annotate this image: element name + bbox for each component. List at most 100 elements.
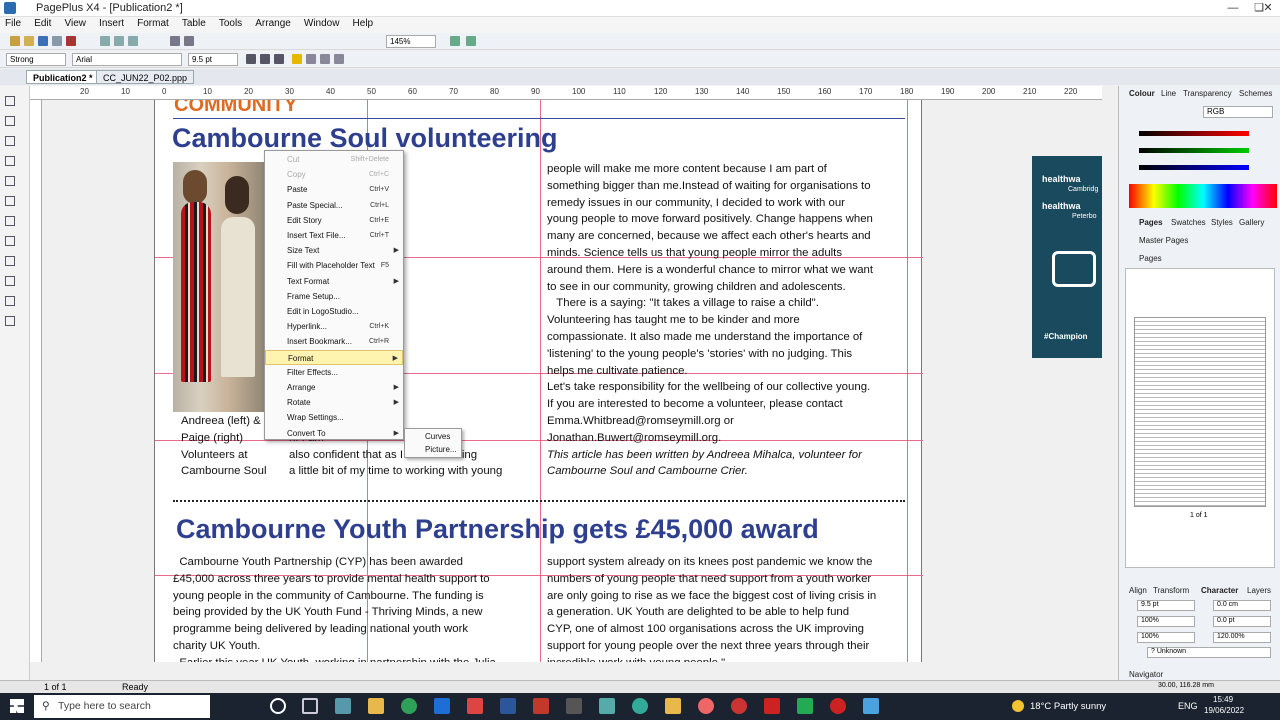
tab-transparency[interactable]: Transparency [1183, 89, 1232, 98]
green-slider[interactable] [1139, 148, 1249, 153]
style-field[interactable]: Strong [6, 53, 66, 66]
menu-item-wrap-settings[interactable]: Wrap Settings... [265, 410, 403, 425]
new-icon[interactable] [10, 36, 20, 46]
line-tool-icon[interactable] [5, 196, 15, 206]
menu-arrange[interactable]: Arrange [250, 17, 296, 30]
align-left-icon[interactable] [292, 54, 302, 64]
italic-icon[interactable] [260, 54, 270, 64]
menu-item-fill-with-placeholder-text[interactable]: Fill with Placeholder Text F5 [265, 258, 403, 273]
menu-item-hyperlink[interactable]: Hyperlink... Ctrl+K [265, 319, 403, 334]
zoom-out-icon[interactable] [466, 36, 476, 46]
menu-help[interactable]: Help [348, 17, 379, 30]
zoom-tool-icon[interactable] [5, 316, 15, 326]
menu-tools[interactable]: Tools [214, 17, 247, 30]
menu-item-cut[interactable]: Cut Shift+Delete [265, 152, 403, 167]
acrobat-icon[interactable] [764, 698, 780, 714]
menu-insert[interactable]: Insert [94, 17, 129, 30]
weather-icon[interactable] [1012, 700, 1024, 712]
menu-item-size-text[interactable]: Size Text ▶ [265, 243, 403, 258]
colour-mode-select[interactable]: RGB [1203, 106, 1273, 118]
menu-file[interactable]: File [0, 17, 26, 30]
chrome-icon[interactable] [401, 698, 417, 714]
crop-tool-icon[interactable] [5, 236, 15, 246]
status-page[interactable]: 1 of 1 [44, 682, 67, 692]
menu-item-copy[interactable]: Copy Ctrl+C [265, 167, 403, 182]
app-icon-5[interactable] [599, 698, 615, 714]
char-height-field[interactable]: 100% [1137, 632, 1195, 643]
close-button[interactable]: ✕ [1256, 0, 1280, 17]
char-baseline-field[interactable]: 0.0 cm [1213, 600, 1271, 611]
zoom-in-icon[interactable] [450, 36, 460, 46]
clock-date[interactable]: 19/06/2022 [1204, 706, 1244, 715]
copy-icon[interactable] [114, 36, 124, 46]
cortana-icon[interactable] [270, 698, 286, 714]
app-icon-4[interactable] [566, 698, 582, 714]
menu-view[interactable]: View [59, 17, 91, 30]
tab-line[interactable]: Line [1161, 89, 1176, 98]
char-width-field[interactable]: 100% [1137, 616, 1195, 627]
transparency-tool-icon[interactable] [5, 276, 15, 286]
blue-slider[interactable] [1139, 165, 1249, 170]
menu-item-text-format[interactable]: Text Format ▶ [265, 274, 403, 289]
menu-format[interactable]: Format [132, 17, 174, 30]
master-pages-label[interactable]: Master Pages [1139, 236, 1188, 245]
tab-align[interactable]: Align [1129, 586, 1147, 595]
submenu-curves[interactable]: Curves [425, 432, 450, 441]
colour-spectrum[interactable] [1129, 184, 1277, 208]
fill-tool-icon[interactable] [5, 256, 15, 266]
align-center-icon[interactable] [306, 54, 316, 64]
char-leading-field[interactable]: 120.00% [1213, 632, 1271, 643]
menu-edit[interactable]: Edit [29, 17, 56, 30]
menu-table[interactable]: Table [177, 17, 211, 30]
edge-icon[interactable] [632, 698, 648, 714]
minimize-button[interactable]: — [1220, 0, 1246, 17]
menu-item-insert-text-file[interactable]: Insert Text File... Ctrl+T [265, 228, 403, 243]
tab-styles[interactable]: Styles [1211, 218, 1233, 227]
shape-tool-icon[interactable] [5, 216, 15, 226]
task-view-icon[interactable] [302, 698, 318, 714]
opera-icon[interactable] [830, 698, 846, 714]
char-size-field[interactable]: 9.5 pt [1137, 600, 1195, 611]
rotate-tool-icon[interactable] [5, 116, 15, 126]
save-icon[interactable] [38, 36, 48, 46]
app-icon-2[interactable] [434, 698, 450, 714]
pdf-icon[interactable] [66, 36, 76, 46]
tab-gallery[interactable]: Gallery [1239, 218, 1264, 227]
print-icon[interactable] [52, 36, 62, 46]
tab-swatches[interactable]: Swatches [1171, 218, 1206, 227]
zoom-field[interactable]: 145% [386, 35, 436, 48]
tab-character[interactable]: Character [1201, 586, 1238, 595]
paste-icon[interactable] [128, 36, 138, 46]
font-size-field[interactable]: 9.5 pt [188, 53, 238, 66]
char-spacing-field[interactable]: 0.0 pt [1213, 616, 1271, 627]
menu-item-format[interactable]: Format ▶ [265, 349, 403, 365]
language-select[interactable]: ? Unknown [1147, 647, 1271, 658]
app-icon-3[interactable] [467, 698, 483, 714]
tab-transform[interactable]: Transform [1153, 586, 1189, 595]
language-indicator[interactable]: ENG [1178, 701, 1198, 711]
menu-window[interactable]: Window [299, 17, 345, 30]
menu-item-convert-to[interactable]: Convert To ▶ [265, 426, 403, 441]
tab-cc-jun22[interactable]: CC_JUN22_P02.ppp [96, 70, 195, 84]
app-icon-1[interactable] [335, 698, 351, 714]
submenu-picture[interactable]: Picture... [425, 445, 457, 454]
app-icon-7[interactable] [863, 698, 879, 714]
justify-icon[interactable] [334, 54, 344, 64]
redo-icon[interactable] [184, 36, 194, 46]
tab-publication2[interactable]: Publication2 * [26, 70, 100, 84]
pen-tool-icon[interactable] [5, 296, 15, 306]
align-right-icon[interactable] [320, 54, 330, 64]
menu-item-rotate[interactable]: Rotate ▶ [265, 395, 403, 410]
powerpoint-icon[interactable] [533, 698, 549, 714]
red-slider[interactable] [1139, 131, 1249, 136]
taskbar-search[interactable]: ⚲ Type here to search [34, 695, 210, 718]
word-icon[interactable] [500, 698, 516, 714]
volunteers-photo[interactable] [173, 162, 265, 412]
menu-item-edit-story[interactable]: Edit Story Ctrl+E [265, 213, 403, 228]
table-tool-icon[interactable] [5, 156, 15, 166]
menu-item-frame-setup[interactable]: Frame Setup... [265, 289, 403, 304]
undo-icon[interactable] [170, 36, 180, 46]
underline-icon[interactable] [274, 54, 284, 64]
pointer-tool-icon[interactable] [5, 96, 15, 106]
page-thumbnail[interactable] [1134, 317, 1266, 507]
